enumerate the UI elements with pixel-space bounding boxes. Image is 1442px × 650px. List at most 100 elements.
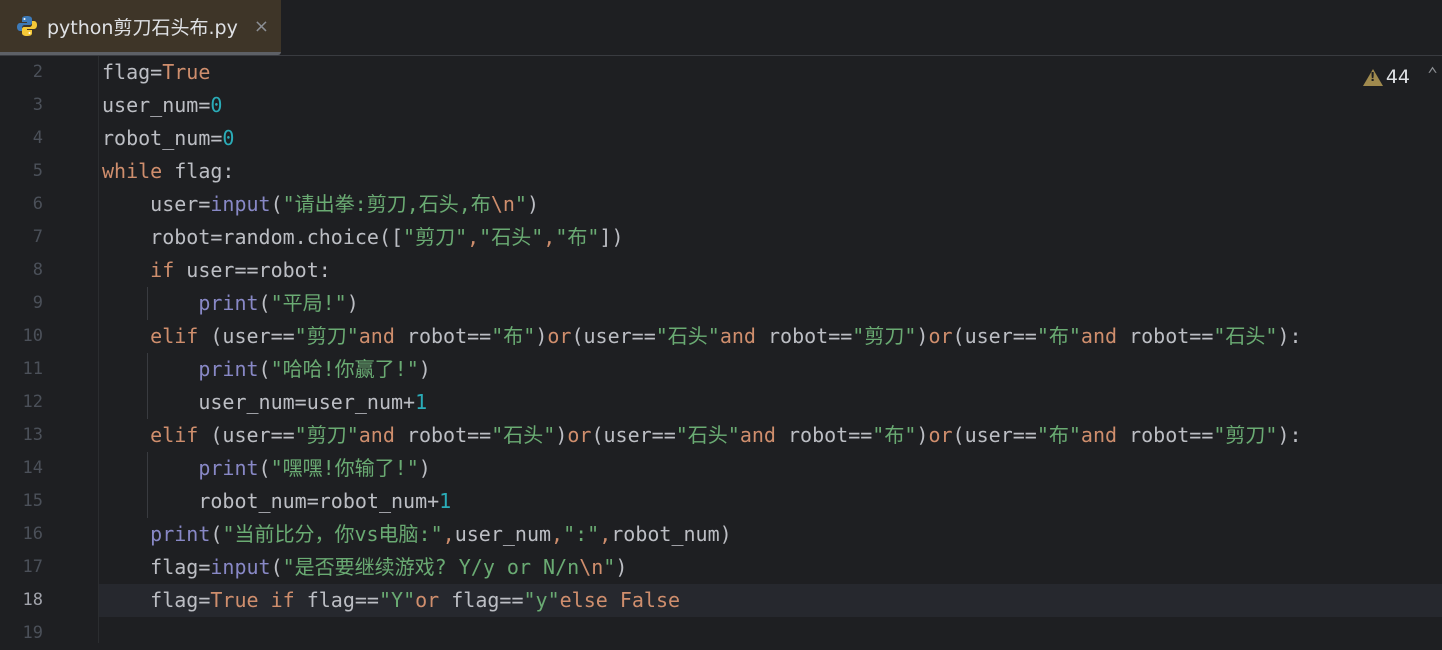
code-line[interactable]: flag=input("是否要继续游戏? Y/y or N/n\n") <box>102 551 627 584</box>
code-token: ) <box>418 456 431 480</box>
code-token: "哈哈!你赢了!" <box>270 357 419 381</box>
close-tab-icon[interactable]: × <box>254 16 269 37</box>
code-token: "石头" <box>491 423 556 447</box>
code-token: "剪刀" <box>294 324 359 348</box>
code-token: ( <box>258 357 271 381</box>
code-line[interactable]: flag=True <box>102 56 210 89</box>
line-number: 6 <box>32 194 43 214</box>
code-token: " <box>603 555 616 579</box>
code-token: "嘿嘿!你输了!" <box>270 456 419 480</box>
inspection-widget[interactable]: 44 <box>1362 66 1410 88</box>
code-token: ) <box>916 324 929 348</box>
code-token: "石头" <box>1213 324 1278 348</box>
code-token: "Y" <box>378 588 416 612</box>
code-line[interactable]: print("当前比分，你vs电脑:",user_num,":",robot_n… <box>102 518 732 551</box>
code-token: "请出拳:剪刀,石头,布 <box>282 192 491 216</box>
line-number: 17 <box>22 557 43 577</box>
code-token: "当前比分，你vs电脑:" <box>222 522 443 546</box>
code-token: ) <box>535 324 548 348</box>
code-token: \n <box>579 555 604 579</box>
line-number: 11 <box>22 359 43 379</box>
code-token: robot== <box>394 324 492 348</box>
code-token: ) <box>615 555 628 579</box>
code-token: ]) <box>599 225 624 249</box>
code-token: robot_num= <box>102 126 223 150</box>
code-token: and <box>739 423 776 447</box>
code-token: (user== <box>591 423 676 447</box>
code-token: "布" <box>872 423 917 447</box>
code-token: 0 <box>222 126 235 150</box>
line-number: 5 <box>32 161 43 181</box>
code-token: print <box>150 522 211 546</box>
code-line[interactable]: while flag: <box>102 155 234 188</box>
code-token: user= <box>102 192 211 216</box>
file-tab-label: python剪刀石头布.py <box>47 16 238 39</box>
code-token: robot== <box>1117 324 1214 348</box>
code-token: "剪刀" <box>403 225 468 249</box>
line-number: 18 <box>22 590 43 610</box>
code-token: flag== <box>294 588 379 612</box>
code-token: ( <box>270 555 283 579</box>
code-token: or <box>928 324 953 348</box>
code-token: print <box>198 357 259 381</box>
code-token: and <box>719 324 756 348</box>
code-token: "布" <box>555 225 600 249</box>
code-line[interactable]: elif (user=="剪刀"and robot=="布")or(user==… <box>102 320 1301 353</box>
code-line[interactable]: print("平局!") <box>102 287 359 320</box>
code-token: ( <box>210 522 223 546</box>
code-editor[interactable]: flag=True user_num=0 robot_num=0 while flag… <box>99 56 1442 643</box>
code-token: and <box>358 324 395 348</box>
code-token: True <box>162 60 211 84</box>
code-token: ): <box>1277 423 1302 447</box>
code-token: and <box>358 423 395 447</box>
code-token: 1 <box>439 489 452 513</box>
chevron-up-icon[interactable]: ⌃ <box>1427 64 1438 85</box>
code-token: ) <box>346 291 359 315</box>
code-line[interactable]: flag=True if flag=="Y"or flag=="y"else F… <box>102 584 680 617</box>
file-tab[interactable]: python剪刀石头布.py × <box>0 0 281 55</box>
code-token: ) <box>526 192 539 216</box>
code-token: input <box>210 192 271 216</box>
code-token: if <box>150 258 175 282</box>
code-line[interactable]: robot_num=robot_num+1 <box>102 485 451 518</box>
line-number: 10 <box>22 326 43 346</box>
code-line[interactable]: if user==robot: <box>102 254 331 287</box>
code-token: , <box>599 522 612 546</box>
code-token: (user== <box>571 324 656 348</box>
line-number: 16 <box>22 524 43 544</box>
code-token: , <box>442 522 455 546</box>
code-line[interactable]: robot=random.choice(["剪刀","石头","布"]) <box>102 221 624 254</box>
code-token: user_num= <box>102 93 211 117</box>
code-token: True <box>210 588 259 612</box>
code-line[interactable]: user_num=user_num+1 <box>102 386 427 419</box>
line-number: 4 <box>32 128 43 148</box>
code-token: elif <box>150 324 199 348</box>
code-token: robot== <box>755 324 853 348</box>
code-token: (user== <box>952 324 1037 348</box>
line-number: 7 <box>32 227 43 247</box>
code-token: " <box>514 192 527 216</box>
code-token: or <box>567 423 592 447</box>
line-number: 3 <box>32 95 43 115</box>
code-line[interactable]: print("哈哈!你赢了!") <box>102 353 430 386</box>
line-number: 8 <box>32 260 43 280</box>
code-token: ( <box>258 456 271 480</box>
code-token: "剪刀" <box>294 423 359 447</box>
code-token: print <box>198 291 259 315</box>
code-token: robot== <box>775 423 873 447</box>
code-token: , <box>551 522 564 546</box>
code-token: elif <box>150 423 199 447</box>
code-line[interactable]: user=input("请出拳:剪刀,石头,布\n") <box>102 188 539 221</box>
code-token: (user== <box>198 324 295 348</box>
line-number: 15 <box>22 491 43 511</box>
code-token: or <box>547 324 572 348</box>
code-token: ) <box>555 423 568 447</box>
line-number: 13 <box>22 425 43 445</box>
code-line[interactable]: print("嘿嘿!你输了!") <box>102 452 431 485</box>
code-line[interactable]: robot_num=0 <box>102 122 234 155</box>
code-line[interactable]: user_num=0 <box>102 89 222 122</box>
code-line[interactable]: elif (user=="剪刀"and robot=="石头")or(user=… <box>102 419 1302 452</box>
